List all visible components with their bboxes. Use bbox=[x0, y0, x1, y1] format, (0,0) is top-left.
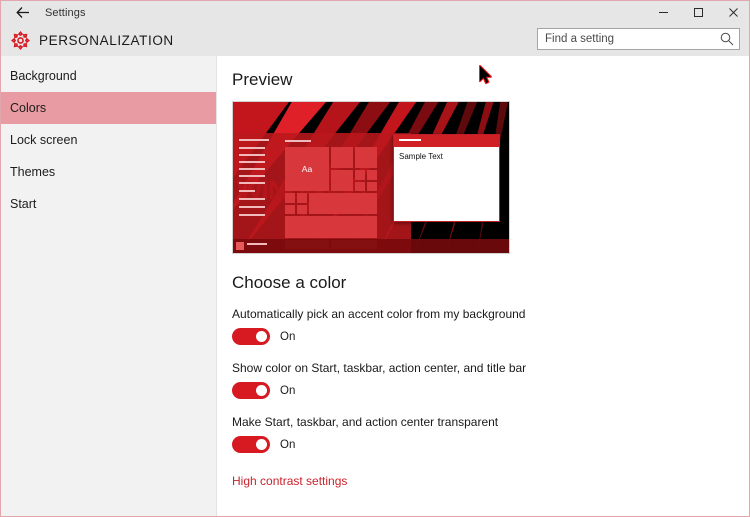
taskbar-preview bbox=[233, 239, 509, 253]
maximize-button[interactable] bbox=[681, 1, 716, 24]
start-rail-line bbox=[239, 182, 265, 184]
sample-window-text: Sample Text bbox=[399, 152, 443, 161]
tile bbox=[297, 193, 307, 203]
settings-window: Settings PERSONALIZATION Find a setting … bbox=[0, 0, 750, 517]
tile bbox=[355, 182, 365, 191]
start-rail-line bbox=[239, 206, 265, 208]
search-input[interactable] bbox=[545, 30, 719, 48]
setting-label: Automatically pick an accent color from … bbox=[232, 307, 526, 321]
sidebar-item-start[interactable]: Start bbox=[1, 188, 216, 220]
search-icon[interactable] bbox=[719, 31, 735, 47]
gear-icon bbox=[1, 30, 39, 50]
tile bbox=[285, 193, 295, 203]
tile bbox=[367, 182, 377, 191]
start-rail-line bbox=[239, 214, 265, 216]
show-color-toggle[interactable] bbox=[232, 382, 270, 399]
sidebar-item-label: Colors bbox=[10, 101, 47, 115]
transparency-toggle[interactable] bbox=[232, 436, 270, 453]
start-rail-line bbox=[239, 139, 269, 141]
start-rail-line bbox=[239, 190, 255, 192]
sidebar-item-colors[interactable]: Colors bbox=[1, 92, 216, 124]
tile bbox=[331, 170, 353, 191]
choose-color-heading: Choose a color bbox=[232, 273, 347, 292]
tile bbox=[309, 193, 377, 214]
tile bbox=[331, 147, 353, 168]
toggle-knob bbox=[256, 439, 267, 450]
sample-titlebar-line bbox=[399, 139, 421, 141]
close-button[interactable] bbox=[716, 1, 749, 24]
setting-label: Show color on Start, taskbar, action cen… bbox=[232, 361, 527, 375]
tile bbox=[285, 216, 377, 238]
title-bar: Settings bbox=[1, 1, 749, 24]
close-icon bbox=[728, 7, 739, 18]
toggle-knob bbox=[256, 331, 267, 342]
sidebar-item-themes[interactable]: Themes bbox=[1, 156, 216, 188]
main-content: Preview WINDOW bbox=[218, 56, 749, 516]
search-box[interactable] bbox=[537, 28, 740, 50]
sidebar-item-label: Start bbox=[10, 197, 37, 211]
sidebar-nav: Background Colors Lock screen Themes Sta… bbox=[1, 56, 217, 516]
start-menu-preview: Aa bbox=[233, 133, 411, 253]
sidebar-item-background[interactable]: Background bbox=[1, 60, 216, 92]
window-controls bbox=[646, 1, 749, 24]
toggle-state-label: On bbox=[280, 330, 296, 343]
setting-label: Make Start, taskbar, and action center t… bbox=[232, 415, 499, 429]
toggle-knob bbox=[256, 385, 267, 396]
setting-show-color: Show color on Start, taskbar, action cen… bbox=[232, 361, 749, 399]
window-title: Settings bbox=[45, 6, 86, 19]
tile-aa: Aa bbox=[285, 147, 329, 191]
tile bbox=[355, 170, 365, 180]
taskbar-line bbox=[247, 243, 267, 245]
sidebar-item-lock-screen[interactable]: Lock screen bbox=[1, 124, 216, 156]
sample-window-preview: Sample Text bbox=[393, 134, 500, 222]
tile bbox=[367, 170, 377, 180]
start-rail-line bbox=[239, 198, 265, 200]
page-title: PERSONALIZATION bbox=[39, 32, 174, 48]
back-button[interactable] bbox=[1, 1, 45, 24]
preview-heading: Preview bbox=[232, 70, 293, 89]
start-rail-line bbox=[239, 147, 265, 149]
setting-transparency: Make Start, taskbar, and action center t… bbox=[232, 415, 749, 453]
tile-label: Aa bbox=[301, 164, 313, 174]
sidebar-item-label: Lock screen bbox=[10, 133, 78, 147]
toggle-line: On bbox=[232, 328, 749, 345]
start-button-preview bbox=[236, 242, 244, 250]
tile-group-header-line bbox=[285, 140, 311, 142]
tile bbox=[355, 147, 377, 168]
back-arrow-icon bbox=[15, 6, 31, 19]
start-rail-line bbox=[239, 154, 265, 156]
sidebar-item-label: Background bbox=[10, 69, 77, 83]
toggle-state-label: On bbox=[280, 438, 296, 451]
start-rail-line bbox=[239, 168, 265, 170]
start-rail-line bbox=[239, 161, 265, 163]
theme-preview-image: WINDOWS Aa bbox=[232, 101, 510, 254]
maximize-icon bbox=[693, 7, 704, 18]
sample-window-titlebar bbox=[394, 135, 499, 147]
tile bbox=[297, 205, 307, 214]
sidebar-item-label: Themes bbox=[10, 165, 56, 179]
start-rail-line bbox=[239, 175, 265, 177]
toggle-state-label: On bbox=[280, 384, 296, 397]
minimize-button[interactable] bbox=[646, 1, 681, 24]
setting-auto-accent: Automatically pick an accent color from … bbox=[232, 307, 749, 345]
tile bbox=[285, 205, 295, 214]
toggle-line: On bbox=[232, 436, 749, 453]
toggle-line: On bbox=[232, 382, 749, 399]
minimize-icon bbox=[658, 7, 669, 18]
auto-accent-toggle[interactable] bbox=[232, 328, 270, 345]
high-contrast-settings-link[interactable]: High contrast settings bbox=[232, 474, 347, 488]
